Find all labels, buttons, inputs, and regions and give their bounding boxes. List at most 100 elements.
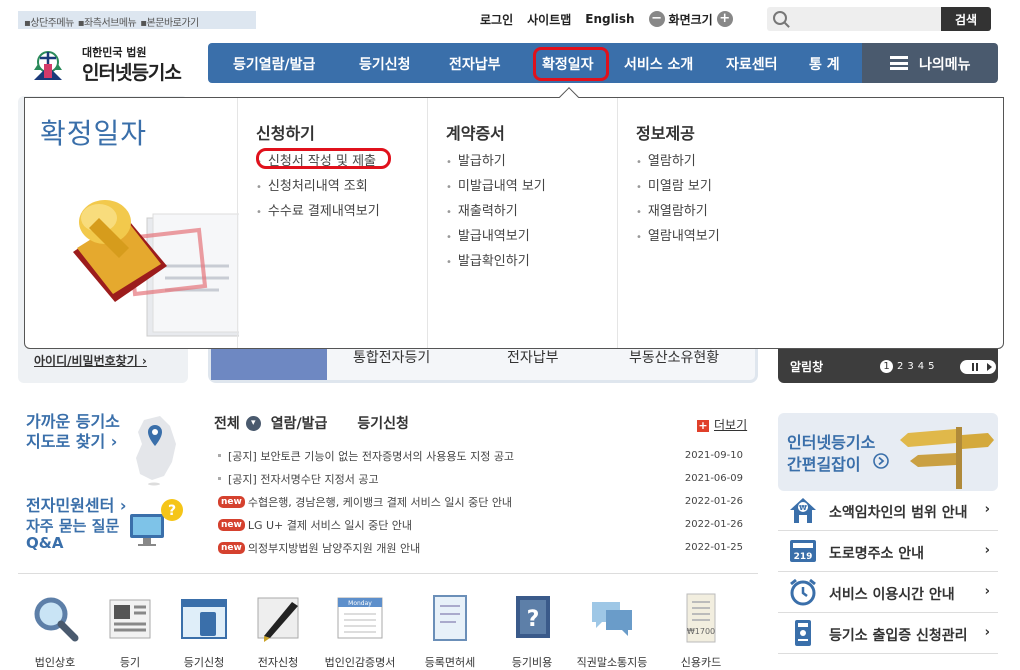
list-item[interactable]: new LG U+ 결제 서비스 일시 중단 안내 2022-01-26: [218, 513, 743, 536]
link-small-tenant[interactable]: ₩ 소액임차인의 범위 안내 ›: [778, 490, 998, 531]
quick-cancel-notice[interactable]: 직권말소통지등: [570, 592, 654, 670]
menu-review[interactable]: 재열람하기: [636, 200, 720, 225]
quick-corp-seal[interactable]: Monday 법인인감증명서: [318, 592, 402, 670]
page-1[interactable]: 1: [880, 360, 893, 373]
list-bullet: [218, 454, 221, 457]
quick-label: 직권말소통지등: [576, 656, 648, 669]
link-road-address[interactable]: 219 도로명주소 안내 ›: [778, 531, 998, 572]
menu-unissued[interactable]: 미발급내역 보기: [446, 175, 546, 200]
arrow-circle-icon: [873, 453, 889, 469]
quick-license-tax[interactable]: 등록면허세: [408, 592, 492, 670]
menu-view-history[interactable]: 열람내역보기: [636, 225, 720, 250]
more-link[interactable]: + 더보기: [697, 416, 747, 433]
quick-e-apply[interactable]: 전자신청: [236, 592, 320, 670]
menu-view[interactable]: 열람하기: [636, 150, 720, 175]
nearest-registry-line1: 가까운 등기소: [26, 412, 120, 431]
tab-dropdown-icon[interactable]: ▾: [245, 415, 261, 431]
service-property-ownership[interactable]: 부동산소유현황: [629, 347, 719, 367]
fixed-date-dropdown: 확정일자 신청하기 신청서 작성 및 제출 신청처리내역 조회 수수료 결제내역…: [24, 87, 1004, 349]
chevron-right-icon: ›: [984, 625, 990, 640]
find-id-password-link[interactable]: 아이디/비밀번호찾기 ›: [34, 352, 147, 369]
sitemap-link[interactable]: 사이트맵: [527, 11, 571, 28]
tab-view-issue[interactable]: 열람/발급: [271, 413, 328, 433]
skip-link-content[interactable]: ▪본문바로가기: [140, 18, 199, 29]
col-title-apply: 신청하기: [256, 124, 315, 143]
nearest-registry-link[interactable]: 가까운 등기소 지도로 찾기 ›: [26, 412, 120, 452]
nav-data-center[interactable]: 자료센터: [726, 54, 778, 74]
nav-service-intro[interactable]: 서비스 소개: [624, 54, 693, 74]
right-links: ₩ 소액임차인의 범위 안내 › 219 도로명주소 안내 › 서비스 이용시간…: [778, 490, 998, 654]
new-badge: new: [218, 495, 245, 508]
news-date: 2021-06-09: [684, 473, 743, 484]
tab-registry-apply[interactable]: 등기신청: [357, 413, 409, 433]
news-date: 2022-01-26: [684, 496, 743, 507]
quick-registry[interactable]: 등기: [88, 592, 172, 670]
list-item[interactable]: new 수협은행, 경남은행, 케이뱅크 결제 서비스 일시 중단 안내 2022-…: [218, 490, 743, 513]
english-link[interactable]: English: [585, 12, 634, 26]
quick-label: 등기: [119, 656, 141, 669]
quick-corp-name[interactable]: 법인상호: [13, 592, 97, 670]
link-label: 서비스 이용시간 안내: [829, 587, 955, 603]
link-service-hours[interactable]: 서비스 이용시간 안내 ›: [778, 572, 998, 613]
faq-line2: Q&A: [26, 534, 64, 552]
dropdown-col-info: 정보제공 열람하기 미열람 보기 재열람하기 열람내역보기: [617, 98, 1003, 348]
service-e-payment[interactable]: 전자납부: [507, 347, 559, 367]
chevron-right-icon: ›: [984, 543, 990, 558]
chevron-right-icon: ›: [984, 502, 990, 517]
document-icon: [433, 595, 467, 641]
skip-link-top[interactable]: ▪상단주메뉴: [24, 18, 74, 29]
link-access-card[interactable]: 등기소 출입증 신청관리 ›: [778, 613, 998, 654]
faq-monitor-icon: ?: [130, 499, 183, 546]
service-integrated-e-registry[interactable]: 통합전자등기: [353, 347, 430, 367]
list-bullet: [218, 477, 221, 480]
utility-bar: 로그인 사이트맵 English − 화면크기 +: [480, 8, 733, 30]
news-title: [공지] 보안토큰 기능이 없는 전자증명서의 사용용도 지정 공고: [228, 449, 515, 463]
quick-registry-cost[interactable]: ? 등기비용: [490, 592, 574, 670]
col-title-info: 정보제공: [636, 124, 695, 143]
korea-map-icon: [136, 416, 176, 486]
svg-text:?: ?: [168, 503, 176, 519]
zoom-out-icon[interactable]: −: [648, 11, 665, 27]
quick-credit-card[interactable]: ₩1700 신용카드: [659, 592, 743, 670]
menu-issue-history[interactable]: 발급내역보기: [446, 225, 546, 250]
question-book-icon: ?: [516, 596, 550, 638]
search-button[interactable]: 검색: [941, 7, 991, 31]
news-title: [공지] 전자서명수단 지정서 공고: [228, 472, 379, 486]
menu-unviewed[interactable]: 미열람 보기: [636, 175, 720, 200]
list-item[interactable]: new 의정부지방법원 남양주지원 개원 안내 2022-01-25: [218, 536, 743, 559]
search-input[interactable]: [793, 7, 941, 31]
page-3[interactable]: 3: [907, 361, 913, 372]
pause-play-control[interactable]: [960, 360, 996, 374]
list-item[interactable]: [공지] 보안토큰 기능이 없는 전자증명서의 사용용도 지정 공고 2021-0…: [218, 444, 743, 467]
nav-registry-apply[interactable]: 등기신청: [359, 54, 411, 74]
page-2[interactable]: 2: [897, 361, 903, 372]
my-menu-button[interactable]: 나의메뉴: [862, 43, 998, 83]
e-civil-center-link[interactable]: 전자민원센터 ›: [26, 492, 126, 516]
list-item[interactable]: [공지] 전자서명수단 지정서 공고 2021-06-09: [218, 467, 743, 490]
nav-e-payment[interactable]: 전자납부: [449, 54, 501, 74]
menu-highlight: [256, 148, 391, 169]
link-label: 도로명주소 안내: [829, 546, 925, 562]
page-4[interactable]: 4: [918, 361, 924, 372]
logo[interactable]: 대한민국 법원 인터넷등기소: [24, 38, 194, 88]
road-sign-code: 219: [794, 552, 813, 562]
quick-registry-apply[interactable]: 등기신청: [162, 592, 246, 670]
zoom-in-icon[interactable]: +: [716, 11, 733, 27]
house-icon: ₩: [790, 498, 816, 523]
nav-statistics[interactable]: 통 계: [809, 54, 840, 74]
dropdown-title: 확정일자: [40, 117, 148, 150]
login-link[interactable]: 로그인: [480, 11, 513, 28]
divider: [18, 573, 758, 574]
menu-issue[interactable]: 발급하기: [446, 150, 546, 175]
menu-reprint[interactable]: 재출력하기: [446, 200, 546, 225]
page-5[interactable]: 5: [928, 361, 934, 372]
tab-all[interactable]: 전체: [214, 413, 240, 433]
faq-link[interactable]: 자주 묻는 질문 Q&A: [26, 518, 119, 552]
easy-guide-banner[interactable]: 인터넷등기소 간편길잡이: [778, 413, 998, 491]
menu-issue-verify[interactable]: 발급확인하기: [446, 250, 546, 275]
menu-fee-history[interactable]: 수수료 결제내역보기: [256, 200, 380, 225]
calendar-icon: Monday: [337, 597, 383, 639]
menu-apply-history[interactable]: 신청처리내역 조회: [256, 175, 380, 200]
nav-registry-view[interactable]: 등기열람/발급: [233, 54, 315, 74]
skip-link-left[interactable]: ▪좌측서브메뉴: [78, 18, 137, 29]
